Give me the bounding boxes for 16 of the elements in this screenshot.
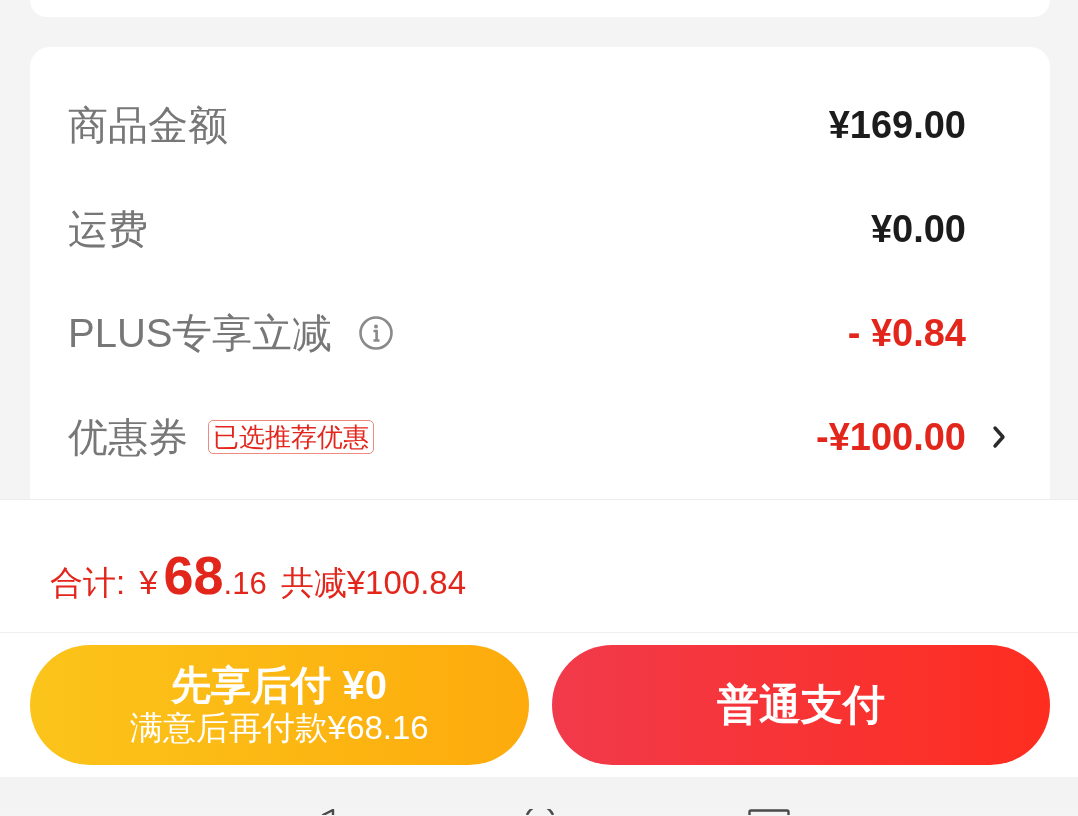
row-value: ¥169.00	[828, 103, 966, 148]
home-icon[interactable]	[525, 809, 555, 815]
row-value: - ¥0.84	[847, 311, 966, 356]
row-label: 优惠券	[68, 414, 188, 461]
info-icon[interactable]	[358, 316, 393, 350]
pay-button[interactable]: 普通支付	[551, 645, 1050, 765]
row-label: 商品金额	[68, 102, 228, 149]
row-value: ¥0.00	[870, 207, 966, 252]
total-label: 合计:	[50, 563, 126, 603]
recents-icon[interactable]	[748, 809, 790, 815]
row-label: 运费	[68, 206, 148, 253]
total-price: ¥68.16	[139, 544, 267, 606]
coupon-tag: 已选推荐优惠	[208, 420, 374, 454]
row-value: -¥100.00	[816, 415, 966, 460]
savings-text: 共减¥100.84	[280, 563, 466, 603]
row-label: PLUS专享立减	[68, 310, 333, 357]
